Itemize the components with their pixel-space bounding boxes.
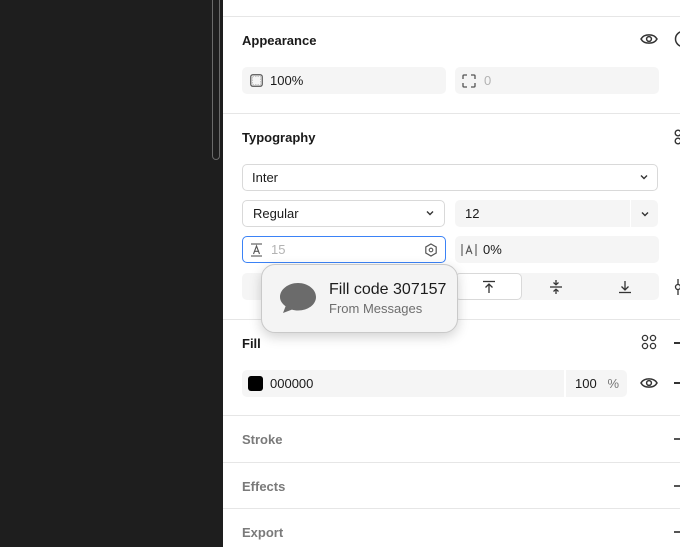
fill-hex-value: 000000: [270, 376, 314, 391]
canvas-scrollbar[interactable]: [212, 0, 220, 160]
align-top-button[interactable]: [455, 273, 522, 300]
vertical-align-group: [455, 273, 659, 300]
divider: [223, 462, 680, 463]
text-styles-icon[interactable]: [672, 129, 680, 147]
appearance-title: Appearance: [242, 33, 317, 48]
typography-title: Typography: [242, 130, 316, 145]
remove-fill-icon[interactable]: [674, 382, 680, 384]
messages-icon: [279, 281, 317, 315]
line-height-placeholder: 15: [271, 242, 286, 257]
opacity-value: 100%: [270, 73, 304, 88]
styles-grid-icon[interactable]: [641, 334, 657, 350]
font-size-field[interactable]: 12: [455, 200, 630, 227]
fill-opacity-field[interactable]: 100 %: [566, 370, 627, 397]
add-export-icon[interactable]: [674, 531, 680, 533]
align-bottom-button[interactable]: [590, 273, 659, 300]
align-top-icon: [482, 280, 496, 294]
font-size-value: 12: [465, 206, 480, 221]
align-bottom-icon: [618, 280, 632, 294]
corner-radius-icon: [462, 73, 476, 88]
effects-title[interactable]: Effects: [242, 479, 285, 494]
corner-radius-field[interactable]: 0: [455, 67, 659, 94]
variable-hexagon-icon[interactable]: [424, 243, 438, 257]
remove-fill-icon[interactable]: [674, 342, 680, 344]
font-weight-select[interactable]: Regular: [242, 200, 445, 227]
eye-icon[interactable]: [639, 375, 659, 391]
letter-spacing-value: 0%: [483, 242, 502, 257]
type-settings-icon[interactable]: [673, 278, 680, 296]
corner-radius-placeholder: 0: [484, 73, 492, 88]
divider: [223, 113, 680, 114]
letter-spacing-field[interactable]: 0%: [455, 236, 659, 263]
font-family-select[interactable]: Inter: [242, 164, 658, 191]
fill-opacity-unit: %: [607, 376, 619, 391]
font-family-value: Inter: [252, 170, 279, 185]
canvas-area[interactable]: [0, 0, 223, 547]
opacity-field[interactable]: 100%: [242, 67, 446, 94]
add-stroke-icon[interactable]: [674, 438, 680, 440]
opacity-icon: [250, 74, 263, 87]
divider: [223, 16, 680, 17]
chevron-down-icon: [641, 211, 649, 217]
line-height-icon: [250, 242, 263, 257]
add-effect-icon[interactable]: [674, 485, 680, 487]
notification-title: Fill code 307157: [329, 281, 447, 298]
fill-title: Fill: [242, 336, 261, 351]
export-title[interactable]: Export: [242, 525, 283, 540]
divider: [223, 415, 680, 416]
align-middle-button[interactable]: [522, 273, 590, 300]
letter-spacing-icon: [461, 243, 477, 257]
font-weight-value: Regular: [253, 206, 299, 221]
notification-subtitle: From Messages: [329, 301, 423, 316]
fill-color-field[interactable]: 000000: [242, 370, 564, 397]
notification-toast[interactable]: Fill code 307157 From Messages: [261, 264, 458, 333]
divider: [223, 508, 680, 509]
eye-icon[interactable]: [639, 31, 659, 47]
color-swatch[interactable]: [248, 376, 263, 391]
fill-opacity-value: 100: [575, 376, 597, 391]
blend-mode-icon[interactable]: [674, 30, 680, 48]
chevron-down-icon: [426, 210, 434, 216]
chevron-down-icon: [640, 174, 648, 180]
stroke-title[interactable]: Stroke: [242, 432, 282, 447]
line-height-field[interactable]: 15: [242, 236, 446, 263]
font-size-dropdown-button[interactable]: [631, 200, 658, 227]
align-middle-icon: [549, 279, 563, 295]
